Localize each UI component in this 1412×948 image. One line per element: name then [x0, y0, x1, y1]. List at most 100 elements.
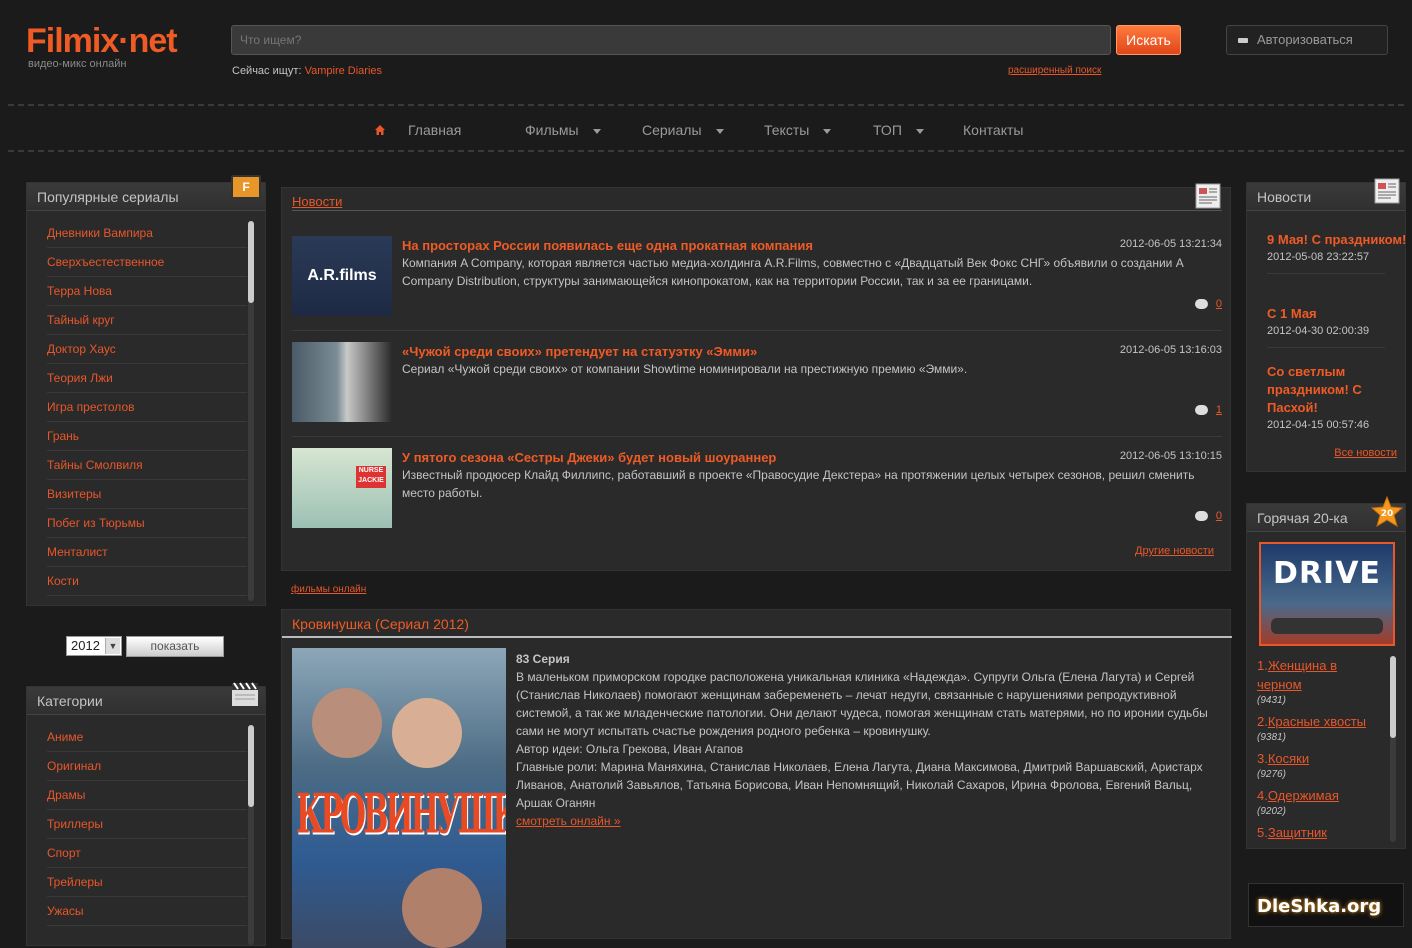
scrollbar-thumb[interactable] — [248, 725, 254, 807]
side-news-item-title[interactable]: Со светлым праздником! С Пасхой! — [1267, 363, 1407, 417]
list-item[interactable]: Спорт — [47, 839, 247, 868]
news-item-text: Компания A Company, которая является час… — [402, 256, 1184, 288]
feature-description: 83 Серия В маленьком приморском городке … — [516, 650, 1222, 830]
list-item[interactable]: Игра престолов — [47, 393, 247, 422]
popular-series-title: Популярные сериалы — [27, 183, 265, 211]
list-item[interactable]: Тайны Смолвиля — [47, 451, 247, 480]
nav-texts[interactable]: Тексты — [764, 112, 832, 148]
list-item[interactable]: Сверхъестественное — [47, 248, 247, 277]
list-item[interactable]: Триллеры — [47, 810, 247, 839]
nav-top[interactable]: ТОП — [873, 112, 924, 148]
hot-item-title[interactable]: Косяки — [1268, 751, 1309, 766]
nav-series[interactable]: Сериалы — [642, 112, 724, 148]
logo-subtitle: видео-микс онлайн — [28, 58, 127, 70]
comment-count[interactable]: 0 — [1216, 510, 1222, 522]
poster-face — [312, 688, 382, 758]
news-item-title[interactable]: «Чужой среди своих» претендует на статуэ… — [402, 344, 1102, 359]
all-news-link[interactable]: Все новости — [1334, 447, 1397, 459]
search-button[interactable]: Искать — [1116, 25, 1181, 55]
categories-panel: Категории Аниме Оригинал Драмы Триллеры Спор… — [26, 682, 266, 946]
badge-text: 20 — [1381, 509, 1394, 519]
news-title[interactable]: Новости — [292, 194, 342, 209]
nav-films[interactable]: Фильмы — [525, 112, 601, 148]
news-thumbnail[interactable] — [292, 342, 392, 422]
news-comments[interactable]: 0 — [1194, 508, 1222, 522]
more-news-link[interactable]: Другие новости — [1135, 545, 1214, 557]
list-item[interactable]: Дневники Вампира — [47, 219, 247, 248]
chevron-down-icon — [915, 128, 924, 134]
news-item-title[interactable]: У пятого сезона «Сестры Джеки» будет нов… — [402, 450, 1102, 465]
hot-item-title[interactable]: Женщина в черном — [1257, 658, 1337, 692]
news-comments[interactable]: 1 — [1194, 402, 1222, 416]
site-logo[interactable]: Filmix·net видео-микс онлайн — [26, 22, 206, 72]
list-item[interactable]: Визитеры — [47, 480, 247, 509]
feature-desc: В маленьком приморском городке расположе… — [516, 670, 1208, 738]
comment-count[interactable]: 1 — [1216, 404, 1222, 416]
hot-item-count: (9431) — [1257, 695, 1286, 706]
list-item[interactable]: Трейлеры — [47, 868, 247, 897]
chevron-down-icon — [592, 128, 601, 134]
feature-author: Автор идеи: Ольга Грекова, Иван Агапов — [516, 742, 744, 756]
searching-link[interactable]: Vampire Diaries — [305, 65, 382, 77]
news-item-date: 2012-06-05 13:21:34 — [1119, 238, 1222, 250]
watch-online-link[interactable]: смотреть онлайн » — [516, 814, 621, 828]
side-news-divider — [1267, 273, 1385, 274]
list-item[interactable]: Кости — [47, 567, 247, 596]
show-button[interactable]: показать — [126, 636, 224, 657]
searching-label: Сейчас ищут: — [232, 65, 302, 77]
side-news-item-title[interactable]: С 1 Мая — [1267, 305, 1407, 323]
list-item[interactable]: Ужасы — [47, 897, 247, 926]
list-item[interactable]: Побег из Тюрьмы — [47, 509, 247, 538]
hot-item[interactable]: 2.Красные хвосты — [1257, 712, 1377, 731]
news-item-title[interactable]: На просторах России появилась еще одна п… — [402, 238, 1102, 253]
news-panel: Новости A.R.films На просторах России поя… — [281, 183, 1231, 571]
list-item[interactable]: Драмы — [47, 781, 247, 810]
news-item-text: Сериал «Чужой среди своих» от компании S… — [402, 362, 968, 376]
comment-count[interactable]: 0 — [1216, 298, 1222, 310]
list-item[interactable]: Теория Лжи — [47, 364, 247, 393]
feature-title[interactable]: Кровинушка (Сериал 2012) — [292, 616, 469, 632]
categories-title: Категории — [27, 687, 265, 715]
side-news-item-date: 2012-05-08 23:22:57 — [1267, 251, 1370, 263]
login-button[interactable]: Авторизоваться — [1226, 25, 1388, 55]
list-item[interactable]: Менталист — [47, 538, 247, 567]
nav-home[interactable]: Главная — [408, 112, 461, 148]
hot-item[interactable]: 3.Косяки — [1257, 749, 1377, 768]
news-divider — [292, 436, 1222, 437]
hot-item[interactable]: 1.Женщина в черном — [1257, 656, 1377, 694]
feature-poster[interactable]: КРОВИНУШКА — [292, 648, 506, 948]
thumb-label: A.R.films — [307, 267, 377, 284]
hot-item[interactable]: 5.Защитник — [1257, 823, 1377, 842]
popular-series-panel: Популярные сериалы F Дневники Вампира Све… — [26, 175, 266, 606]
news-thumbnail[interactable]: NURSE JACKIE — [292, 448, 392, 528]
news-thumbnail[interactable]: A.R.films — [292, 236, 392, 316]
search-input[interactable] — [231, 25, 1111, 55]
side-news-divider — [1267, 347, 1385, 348]
news-item: A.R.films На просторах России появилась е… — [292, 236, 1222, 336]
films-online-link[interactable]: фильмы онлайн — [291, 584, 366, 595]
hot-item-title[interactable]: Защитник — [1268, 825, 1327, 840]
scrollbar-thumb[interactable] — [1390, 656, 1396, 738]
side-news-item-date: 2012-04-30 02:00:39 — [1267, 325, 1370, 337]
list-item[interactable]: Терра Нова — [47, 277, 247, 306]
side-news-item-title[interactable]: 9 Мая! С праздником! — [1267, 231, 1407, 249]
hot-poster[interactable]: DRIVE — [1259, 542, 1395, 646]
login-icon — [1238, 38, 1248, 43]
hot-item[interactable]: 4.Одержимая — [1257, 786, 1377, 805]
advanced-search-link[interactable]: расширенный поиск — [1008, 65, 1101, 76]
home-icon[interactable] — [374, 124, 386, 136]
news-item-date: 2012-06-05 13:10:15 — [1119, 450, 1222, 462]
hot-item-title[interactable]: Красные хвосты — [1268, 714, 1366, 729]
list-item[interactable]: Аниме — [47, 723, 247, 752]
list-item[interactable]: Грань — [47, 422, 247, 451]
list-item[interactable]: Тайный круг — [47, 306, 247, 335]
nav-contacts[interactable]: Контакты — [963, 112, 1023, 148]
scrollbar-thumb[interactable] — [248, 221, 254, 303]
news-item-date: 2012-06-05 13:16:03 — [1119, 344, 1222, 356]
hot-item-title[interactable]: Одержимая — [1268, 788, 1339, 803]
news-comments[interactable]: 0 — [1194, 296, 1222, 310]
comment-icon — [1194, 404, 1208, 415]
list-item[interactable]: Оригинал — [47, 752, 247, 781]
year-select[interactable]: 2012 ▼ — [66, 636, 122, 656]
list-item[interactable]: Доктор Хаус — [47, 335, 247, 364]
